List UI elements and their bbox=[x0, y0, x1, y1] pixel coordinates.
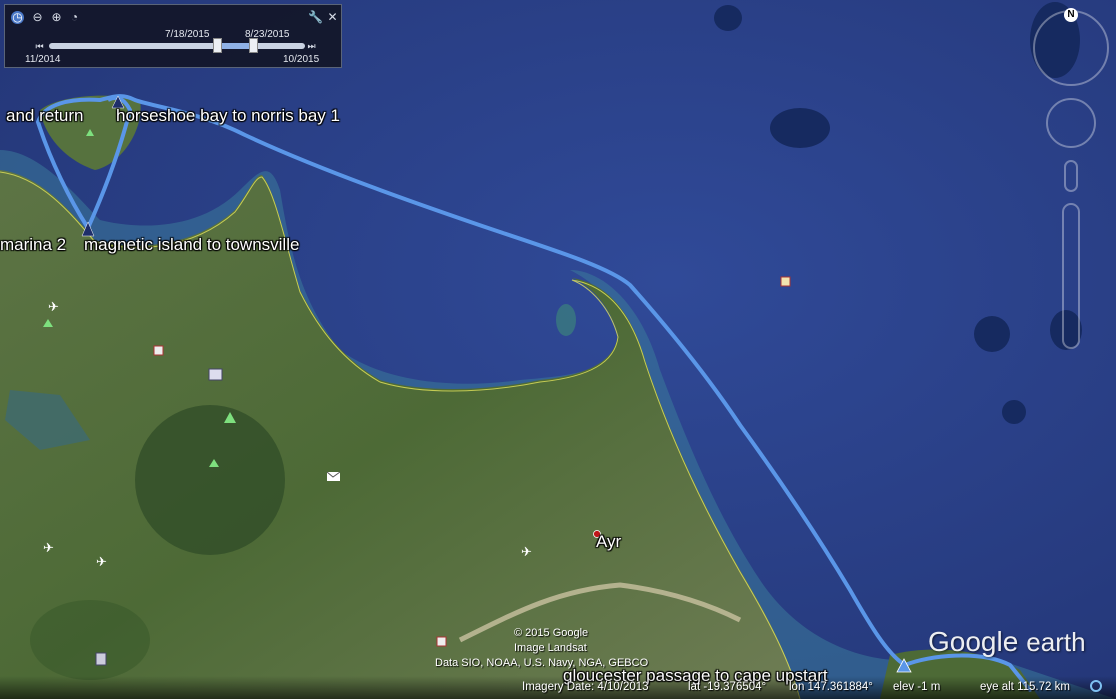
poi-square-icon[interactable] bbox=[780, 276, 791, 287]
zoom-out-time-icon[interactable]: ⊖ bbox=[31, 11, 44, 24]
clock-icon[interactable]: ◷ bbox=[11, 11, 24, 24]
reef bbox=[714, 5, 742, 31]
track-label-and-return[interactable]: and return bbox=[6, 106, 84, 126]
airport-icon[interactable]: ✈ bbox=[48, 300, 59, 315]
range-start-date: 11/2014 bbox=[25, 54, 61, 65]
reef bbox=[556, 304, 576, 336]
north-button[interactable]: N bbox=[1064, 8, 1078, 22]
latitude-readout: lat -19.376504° bbox=[688, 681, 767, 693]
svg-text:✈: ✈ bbox=[43, 541, 54, 556]
imagery-date: Imagery Date: 4/10/2013 bbox=[522, 681, 649, 693]
hospital-icon[interactable] bbox=[208, 368, 223, 381]
wrench-icon[interactable]: 🔧 bbox=[308, 11, 323, 24]
longitude-readout: lon 147.361884° bbox=[789, 681, 873, 693]
airport-icon[interactable]: ✈ bbox=[43, 541, 54, 556]
reef bbox=[770, 108, 830, 148]
track-label-horseshoe-bay[interactable]: horseshoe bay to norris bay 1 bbox=[116, 106, 340, 126]
airport-icon[interactable]: ✈ bbox=[521, 545, 532, 560]
window-start-handle[interactable] bbox=[213, 38, 222, 53]
zoom-slider[interactable] bbox=[1062, 203, 1080, 349]
google-earth-logo: Google earth bbox=[928, 626, 1086, 657]
streaming-indicator-icon bbox=[1090, 680, 1102, 692]
track-label-magnetic-island[interactable]: magnetic island to townsville bbox=[84, 235, 299, 255]
street-view-pegman-icon[interactable] bbox=[1064, 160, 1078, 192]
animate-icon[interactable]: ◔ bbox=[68, 11, 81, 24]
poi-square-icon[interactable] bbox=[153, 345, 164, 356]
eye-altitude-readout: eye alt 115.72 km bbox=[980, 681, 1070, 693]
poi-square-icon[interactable] bbox=[436, 636, 447, 647]
attribution-imagery: Image Landsat bbox=[514, 642, 587, 654]
mail-icon[interactable] bbox=[326, 471, 341, 481]
time-slider-panel: ◷ ⊖ ⊕ ◔ 🔧 ✕ 7/18/2015 8/23/2015 ⏮ ⏭ 11/2… bbox=[4, 4, 342, 68]
reef bbox=[974, 316, 1010, 352]
time-slider-track[interactable] bbox=[49, 43, 305, 49]
elevation-readout: elev -1 m bbox=[893, 681, 941, 693]
mountain-range bbox=[135, 405, 285, 555]
step-forward-icon[interactable]: ⏭ bbox=[305, 40, 318, 53]
airport-icon[interactable]: ✈ bbox=[96, 555, 107, 570]
satellite-map[interactable]: ✈ ✈ ✈ ✈ bbox=[0, 0, 1116, 699]
track-label-marina[interactable]: marina 2 bbox=[0, 235, 66, 255]
look-joystick[interactable] bbox=[1046, 98, 1096, 148]
attribution-copyright: © 2015 Google bbox=[514, 627, 589, 639]
svg-text:✈: ✈ bbox=[96, 555, 107, 570]
svg-text:✈: ✈ bbox=[48, 300, 59, 315]
window-start-date: 7/18/2015 bbox=[165, 29, 210, 40]
reef bbox=[1002, 400, 1026, 424]
attribution-data: Data SIO, NOAA, U.S. Navy, NGA, GEBCO bbox=[435, 657, 649, 669]
window-end-handle[interactable] bbox=[249, 38, 258, 53]
step-back-icon[interactable]: ⏮ bbox=[33, 40, 46, 53]
close-icon[interactable]: ✕ bbox=[326, 11, 339, 24]
fuel-icon[interactable] bbox=[95, 652, 107, 666]
town-label-ayr[interactable]: Ayr bbox=[596, 532, 621, 552]
zoom-in-time-icon[interactable]: ⊕ bbox=[50, 11, 63, 24]
svg-text:✈: ✈ bbox=[521, 545, 532, 560]
range-end-date: 10/2015 bbox=[283, 54, 320, 65]
hill bbox=[30, 600, 150, 680]
